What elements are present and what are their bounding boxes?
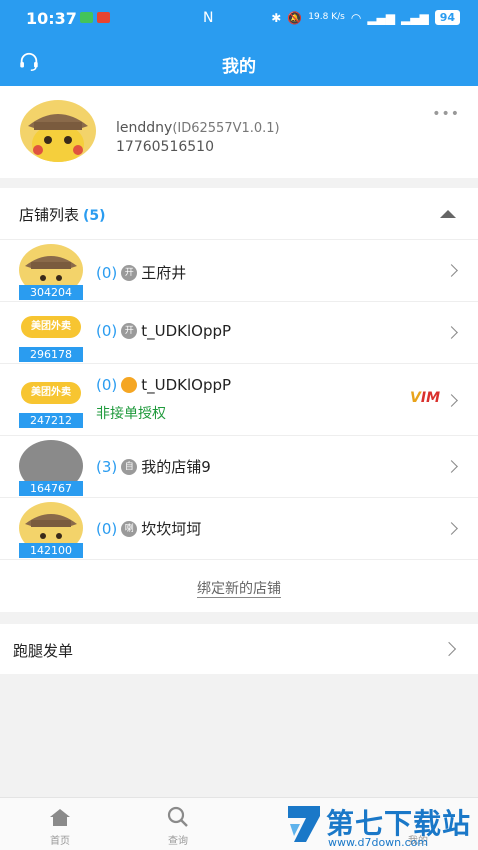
nav-home-label: 首页 bbox=[50, 836, 70, 847]
shop-row[interactable]: 美团外卖 247212 (0) t_UDKlOppP 非接单授权 VIM bbox=[0, 364, 478, 436]
username: lenddny bbox=[116, 120, 173, 136]
shop-info: (0) 开 t_UDKlOppP bbox=[96, 322, 231, 340]
shop-thumbnail: 142100 bbox=[19, 502, 83, 558]
chevron-right-icon bbox=[441, 641, 457, 657]
shop-name: t_UDKlOppP bbox=[141, 322, 232, 340]
watermark-logo-icon bbox=[288, 806, 320, 842]
shop-info: (0) t_UDKlOppP bbox=[96, 376, 231, 394]
speaker-icon: 喇 bbox=[121, 520, 138, 537]
shop-info: (3) 自 我的店铺9 bbox=[96, 456, 211, 477]
search-icon bbox=[167, 806, 188, 827]
collapse-caret-icon[interactable] bbox=[440, 210, 456, 218]
status-time: 10:37 bbox=[26, 9, 77, 28]
home-icon bbox=[50, 809, 70, 826]
shop-thumbnail: 美团外卖 247212 bbox=[19, 372, 83, 428]
shop-thumbnail: 美团外卖 296178 bbox=[19, 306, 83, 362]
more-dots-icon[interactable]: ••• bbox=[432, 106, 460, 122]
nav-home[interactable]: 首页 bbox=[20, 798, 100, 850]
chevron-right-icon bbox=[445, 264, 458, 277]
shop-code: 304204 bbox=[19, 285, 83, 300]
battery-level: 94 bbox=[434, 10, 460, 25]
wechat-icon bbox=[80, 12, 93, 23]
vim-badge: VIM bbox=[410, 390, 440, 406]
takeout-icon bbox=[121, 377, 138, 393]
chevron-right-icon bbox=[445, 522, 458, 535]
mute-icon: 🔕 bbox=[287, 10, 303, 25]
watermark: 第七下载站 www.d7down.com bbox=[282, 800, 478, 850]
status-bar: 10:37 N ✱ 🔕 19.8 K/s ◠ ▂▄▆ ▂▄▆ 94 bbox=[0, 0, 478, 38]
shop-info: (0) 开 王府井 bbox=[96, 262, 186, 283]
authorization-status: 非接单授权 bbox=[96, 406, 166, 422]
errand-title: 跑腿发单 bbox=[13, 642, 74, 660]
shop-name: 王府井 bbox=[141, 264, 187, 282]
shop-list-section: 店铺列表 (5) 304204 (0) 开 王府井 美团外卖 296178 (0)… bbox=[0, 188, 478, 612]
open-status-icon: 开 bbox=[121, 264, 138, 281]
order-count: (0) bbox=[96, 376, 118, 394]
signal-icon-1: ▂▄▆ bbox=[367, 10, 395, 25]
avatar[interactable] bbox=[20, 100, 96, 162]
watermark-url: www.d7down.com bbox=[328, 836, 429, 849]
shop-code: 247212 bbox=[19, 413, 83, 428]
shop-row[interactable]: 164767 (3) 自 我的店铺9 bbox=[0, 436, 478, 498]
shop-code: 296178 bbox=[19, 347, 83, 362]
self-delivery-icon: 自 bbox=[121, 458, 138, 475]
open-status-icon: 开 bbox=[121, 323, 138, 339]
shop-code: 142100 bbox=[19, 543, 83, 558]
shop-thumbnail: 304204 bbox=[19, 244, 83, 300]
shop-name: 我的店铺9 bbox=[141, 458, 211, 476]
shop-row[interactable]: 142100 (0) 喇 坎坎坷坷 bbox=[0, 498, 478, 560]
top-bar: 10:37 N ✱ 🔕 19.8 K/s ◠ ▂▄▆ ▂▄▆ 94 我的 bbox=[0, 0, 478, 86]
chevron-right-icon bbox=[445, 460, 458, 473]
shop-thumbnail: 164767 bbox=[19, 440, 83, 496]
shop-row[interactable]: 美团外卖 296178 (0) 开 t_UDKlOppP bbox=[0, 302, 478, 364]
order-count: (0) bbox=[96, 322, 118, 340]
bluetooth-icon: ✱ bbox=[271, 10, 282, 25]
shop-code: 164767 bbox=[19, 481, 83, 496]
profile-card[interactable]: lenddny(ID62557V1.0.1) 17760516510 ••• bbox=[0, 86, 478, 178]
status-right: ✱ 🔕 19.8 K/s ◠ ▂▄▆ ▂▄▆ 94 bbox=[271, 10, 460, 25]
shop-list-title: 店铺列表 (5) bbox=[19, 206, 106, 224]
wifi-icon: ◠ bbox=[350, 10, 362, 25]
signal-icon-2: ▂▄▆ bbox=[401, 10, 429, 25]
shop-info: (0) 喇 坎坎坷坷 bbox=[96, 518, 201, 539]
network-speed: 19.8 K/s bbox=[308, 12, 345, 22]
profile-name: lenddny(ID62557V1.0.1) bbox=[116, 120, 280, 136]
app-notification-icon bbox=[97, 12, 110, 23]
nav-search-label: 查询 bbox=[168, 836, 188, 847]
shop-count: (5) bbox=[83, 208, 106, 224]
page-title: 我的 bbox=[222, 57, 256, 77]
chevron-right-icon bbox=[445, 394, 458, 407]
bind-new-shop-link[interactable]: 绑定新的店铺 bbox=[0, 578, 478, 598]
order-count: (0) bbox=[96, 263, 118, 282]
order-count: (0) bbox=[96, 519, 118, 538]
nfc-icon: N bbox=[203, 10, 214, 26]
errand-order-row[interactable]: 跑腿发单 bbox=[0, 624, 478, 674]
chevron-right-icon bbox=[445, 326, 458, 339]
shop-name: t_UDKlOppP bbox=[141, 376, 232, 394]
notification-icons bbox=[80, 12, 110, 23]
shop-row[interactable]: 304204 (0) 开 王府井 bbox=[0, 240, 478, 302]
nav-search[interactable]: 查询 bbox=[138, 798, 218, 850]
profile-phone: 17760516510 bbox=[116, 139, 214, 155]
shop-list-header[interactable]: 店铺列表 (5) bbox=[0, 188, 478, 240]
shop-name: 坎坎坷坷 bbox=[141, 520, 202, 538]
order-count: (3) bbox=[96, 457, 118, 476]
user-id-version: (ID62557V1.0.1) bbox=[172, 121, 280, 136]
